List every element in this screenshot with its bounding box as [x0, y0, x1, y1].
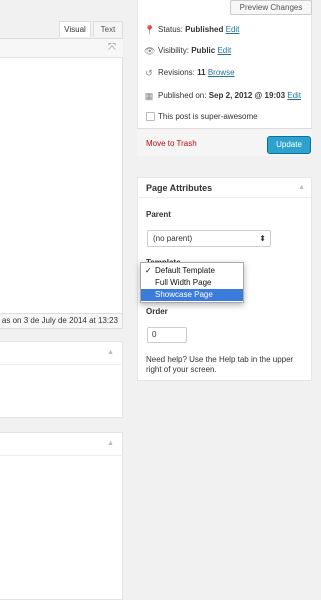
last-edited-text: as on 3 de July de 2014 at 13:23 [1, 316, 118, 325]
editor-column: Visual Text ⤧ as on 3 de July de 2014 at… [0, 0, 123, 600]
published-label: Published on: [158, 91, 207, 100]
super-awesome-checkbox[interactable] [146, 112, 155, 121]
template-option-default[interactable]: ✓ Default Template [141, 265, 243, 277]
collapse-arrow-icon[interactable]: ▲ [298, 184, 305, 191]
visibility-value: Public [191, 46, 216, 55]
select-arrows-icon: ⬍ [259, 234, 266, 243]
meta-box-divider [0, 455, 123, 456]
editor-status-bar: as on 3 de July de 2014 at 13:23 [0, 313, 123, 329]
parent-select-value: (no parent) [153, 234, 193, 243]
checkmark-icon: ✓ [145, 266, 152, 275]
update-button[interactable]: Update [267, 136, 311, 154]
meta-box-1: ▲ [0, 341, 123, 418]
tab-visual[interactable]: Visual [59, 21, 91, 37]
page-attributes-box: Page Attributes ▲ Parent (no parent) ⬍ T… [137, 177, 312, 381]
order-input[interactable]: 0 [147, 327, 187, 343]
fullscreen-icon[interactable]: ⤧ [108, 43, 118, 53]
meta-box-divider [0, 364, 123, 365]
visibility-label: Visibility: [158, 46, 189, 55]
collapse-arrow-icon[interactable]: ▲ [107, 440, 114, 447]
parent-label: Parent [146, 210, 171, 219]
meta-box-2: ▲ [0, 432, 123, 600]
eye-icon: 👁 [144, 46, 156, 56]
status-label: Status: [158, 25, 183, 34]
template-dropdown[interactable]: ✓ Default Template Full Width Page Showc… [140, 262, 244, 303]
page-attributes-header[interactable]: Page Attributes ▲ [138, 178, 311, 198]
calendar-icon: ▦ [144, 91, 154, 101]
order-label: Order [146, 307, 168, 316]
page-attributes-title: Page Attributes [146, 183, 213, 193]
parent-select[interactable]: (no parent) ⬍ [147, 230, 271, 247]
tab-text[interactable]: Text [93, 21, 123, 37]
template-option-showcase[interactable]: Showcase Page [141, 289, 243, 301]
status-edit-link[interactable]: Edit [226, 25, 240, 34]
history-icon: ↺ [145, 68, 153, 78]
super-awesome-label: This post is super-awesome [158, 112, 258, 121]
revisions-browse-link[interactable]: Browse [208, 68, 235, 77]
move-to-trash-link[interactable]: Move to Trash [146, 139, 197, 148]
template-option-full-width[interactable]: Full Width Page [141, 277, 243, 289]
collapse-arrow-icon[interactable]: ▲ [107, 349, 114, 356]
published-value: Sep 2, 2012 @ 19:03 [208, 91, 286, 100]
editor-toolbar: ⤧ [0, 38, 123, 58]
help-text: Need help? Use the Help tab in the upper… [146, 355, 294, 374]
revisions-label: Revisions: [158, 68, 195, 77]
visibility-edit-link[interactable]: Edit [217, 46, 231, 55]
status-value: Published [185, 25, 224, 34]
revisions-value: 11 [197, 68, 206, 77]
preview-changes-button[interactable]: Preview Changes [230, 0, 312, 15]
published-edit-link[interactable]: Edit [287, 91, 301, 100]
pin-icon: 📍 [144, 25, 156, 35]
editor-content-area[interactable] [0, 38, 123, 314]
